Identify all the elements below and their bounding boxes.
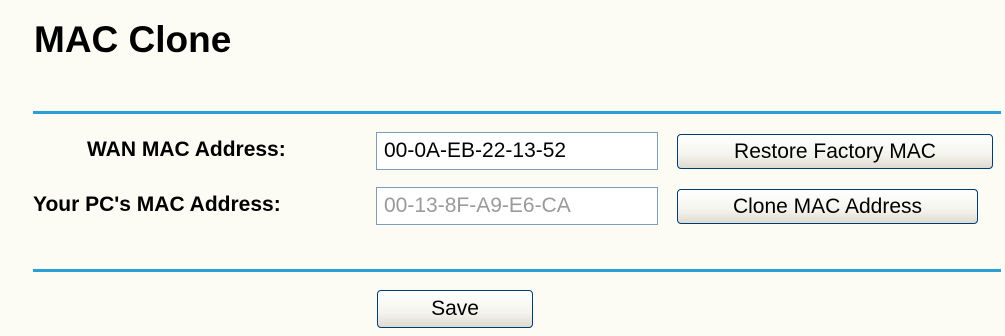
pc-mac-field [376, 187, 658, 225]
clone-mac-address-button[interactable]: Clone MAC Address [677, 189, 978, 224]
save-button[interactable]: Save [377, 290, 533, 328]
top-divider [33, 111, 1001, 114]
bottom-divider [33, 269, 1001, 272]
page-title: MAC Clone [34, 19, 232, 60]
wan-mac-input[interactable] [376, 132, 658, 170]
wan-mac-label: WAN MAC Address: [87, 138, 286, 161]
pc-mac-label: Your PC's MAC Address: [33, 193, 281, 216]
restore-factory-mac-button[interactable]: Restore Factory MAC [677, 134, 993, 169]
mac-clone-page: MAC Clone WAN MAC Address: Restore Facto… [0, 0, 1005, 336]
